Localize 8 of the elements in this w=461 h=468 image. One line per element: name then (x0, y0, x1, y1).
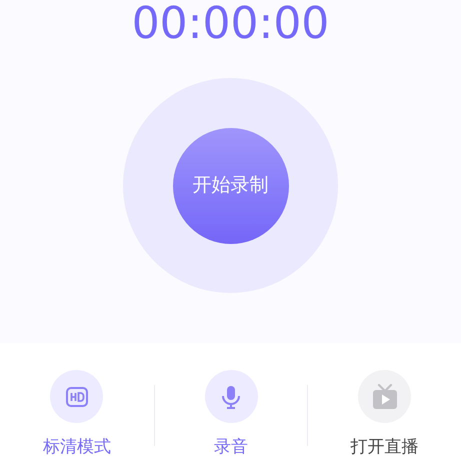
action-button[interactable]: 标清模式 (0, 370, 154, 460)
timer: 00:00:00 (132, 0, 330, 48)
record-button[interactable]: 开始录制 (172, 128, 288, 244)
action-button[interactable]: 打开直播 (308, 370, 461, 460)
microphone-icon (220, 384, 242, 408)
hd-icon (64, 384, 89, 408)
action-button[interactable]: 录音 (154, 370, 308, 460)
tv-play-icon (370, 382, 399, 410)
